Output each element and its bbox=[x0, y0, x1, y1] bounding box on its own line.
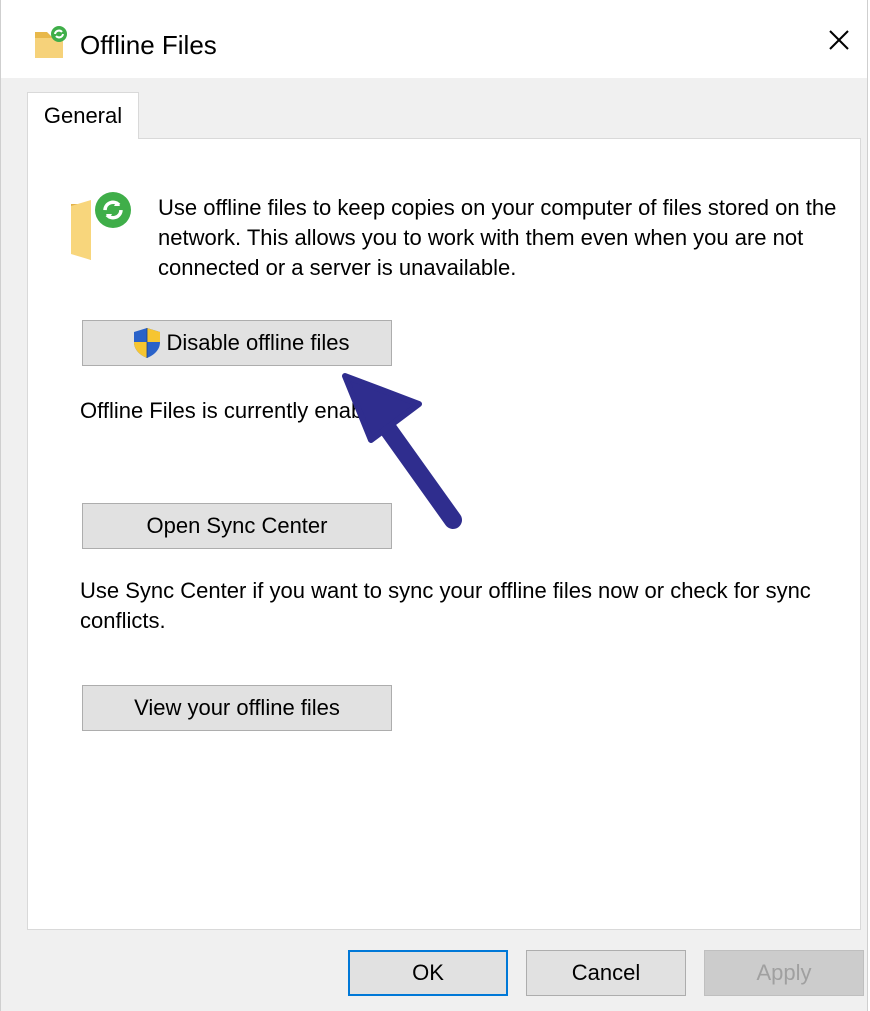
cancel-button[interactable]: Cancel bbox=[526, 950, 686, 996]
apply-button[interactable]: Apply bbox=[704, 950, 864, 996]
tab-general[interactable]: General bbox=[27, 92, 139, 139]
uac-shield-icon bbox=[132, 327, 162, 359]
close-icon bbox=[828, 29, 850, 56]
offline-folder-sync-icon bbox=[67, 190, 133, 262]
window-title: Offline Files bbox=[80, 30, 217, 60]
title-bar: Offline Files bbox=[1, 0, 867, 78]
offline-files-icon bbox=[33, 26, 73, 62]
view-offline-files-button[interactable]: View your offline files bbox=[82, 685, 392, 731]
close-button[interactable] bbox=[817, 20, 861, 64]
disable-offline-files-button[interactable]: Disable offline files bbox=[82, 320, 392, 366]
disable-offline-files-label: Disable offline files bbox=[166, 330, 350, 355]
ok-button[interactable]: OK bbox=[348, 950, 508, 996]
open-sync-center-button[interactable]: Open Sync Center bbox=[82, 503, 392, 549]
offline-files-description: Use offline files to keep copies on your… bbox=[158, 195, 837, 280]
offline-files-dialog: Offline Files General Use offline files … bbox=[0, 0, 868, 1011]
sync-center-description: Use Sync Center if you want to sync your… bbox=[80, 578, 811, 633]
offline-files-status: Offline Files is currently enabled. bbox=[80, 398, 399, 423]
